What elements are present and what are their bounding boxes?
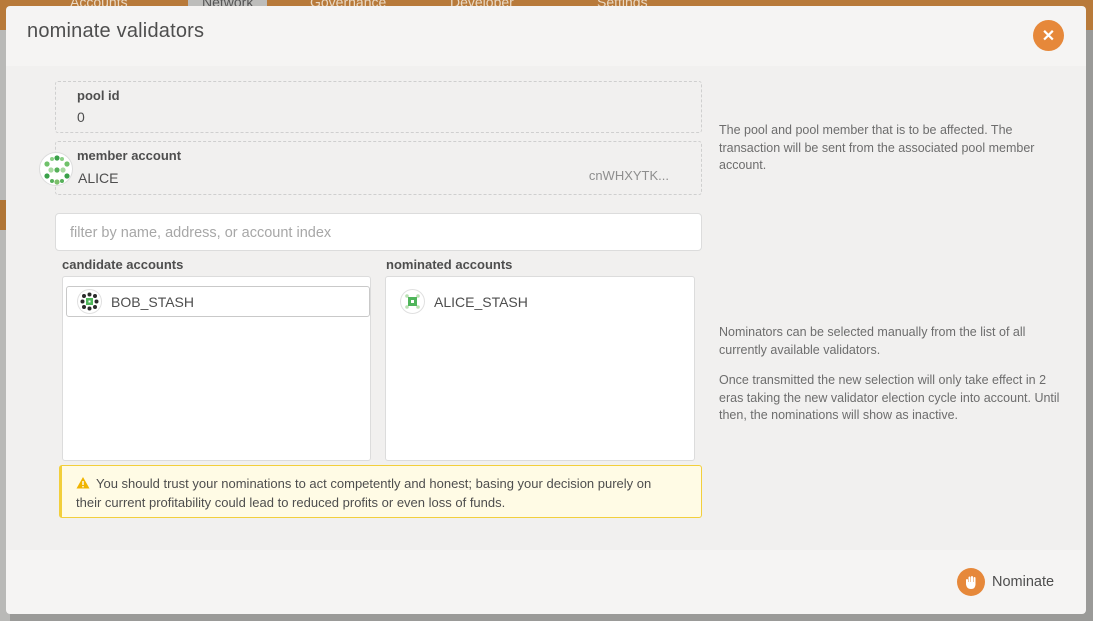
identicon-icon <box>39 152 73 186</box>
member-account-label: member account <box>77 148 182 163</box>
filter-input[interactable]: filter by name, address, or account inde… <box>55 213 702 251</box>
pool-id-label: pool id <box>77 88 120 103</box>
nominated-account-name: ALICE_STASH <box>434 294 528 310</box>
nominate-modal: nominate validators ✕ pool id 0 member a… <box>6 6 1086 614</box>
candidate-account-item[interactable]: BOB_STASH <box>66 286 370 317</box>
warning-box: You should trust your nominations to act… <box>59 465 702 518</box>
close-icon: ✕ <box>1041 27 1056 45</box>
pool-id-field[interactable]: pool id 0 <box>55 81 702 133</box>
help-eras-text: Once transmitted the new selection will … <box>719 373 1060 422</box>
nominated-account-item[interactable]: ALICE_STASH <box>389 286 693 317</box>
nominated-accounts-list: ALICE_STASH <box>385 276 695 461</box>
nominated-accounts-label: nominated accounts <box>386 257 513 272</box>
identicon-icon <box>77 289 102 314</box>
filter-placeholder: filter by name, address, or account inde… <box>70 225 332 241</box>
pool-id-value: 0 <box>77 109 85 125</box>
help-nominators-text: Nominators can be selected manually from… <box>719 325 1026 357</box>
candidate-accounts-list: BOB_STASH <box>62 276 371 461</box>
warning-text: You should trust your nominations to act… <box>76 476 652 510</box>
nominate-button[interactable]: Nominate <box>957 568 1054 596</box>
modal-title: nominate validators <box>27 20 205 42</box>
modal-content: pool id 0 member account ALICE cnWHXYTK.… <box>6 66 1086 550</box>
hand-icon <box>957 568 985 596</box>
candidate-accounts-label: candidate accounts <box>62 257 184 272</box>
candidate-account-name: BOB_STASH <box>111 294 194 310</box>
identicon-icon <box>400 289 425 314</box>
member-account-field[interactable]: member account ALICE cnWHXYTK... <box>39 141 702 195</box>
member-account-address: cnWHXYTK... <box>588 168 669 183</box>
help-pool-text: The pool and pool member that is to be a… <box>719 123 1035 172</box>
nominate-button-label: Nominate <box>992 574 1055 590</box>
close-button[interactable]: ✕ <box>1033 20 1064 51</box>
member-account-name: ALICE <box>78 170 119 186</box>
